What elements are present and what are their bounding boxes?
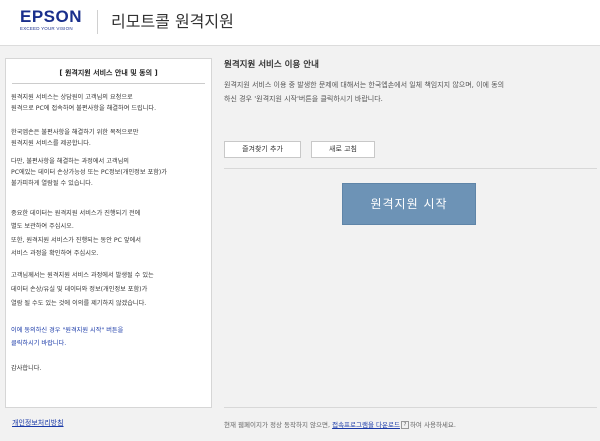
- notice-closing: 감사합니다.: [11, 365, 42, 372]
- logo-tagline: EXCEED YOUR VISION: [20, 26, 73, 31]
- content-divider: [224, 168, 597, 169]
- logo-wordmark: EPSON: [20, 7, 83, 26]
- notice-line-highlight: 클릭하시기 바랍니다.: [11, 340, 67, 347]
- service-description-line: 하신 경우 '원격지원 시작'버튼을 클릭하시기 바랍니다.: [224, 95, 383, 103]
- notice-line: 한국엡손은 불편사항을 해결하기 위한 목적으로만: [11, 129, 139, 136]
- notice-line-highlight: 이에 동의하신 경우 "원격지원 시작" 버튼을: [11, 327, 124, 334]
- footer-divider: [224, 407, 597, 408]
- notice-line: 불가피하게 열람될 수 있습니다.: [11, 180, 93, 187]
- help-icon[interactable]: ?: [400, 421, 409, 429]
- notice-line: 데이터 손상/유실 및 데이터와 정보(개인정보 포함)가: [11, 286, 148, 293]
- notice-title-divider: [12, 83, 205, 84]
- service-description-line: 원격지원 서비스 이용 중 발생한 문제에 대해서는 한국엡손에서 일체 책임지…: [224, 81, 505, 89]
- footer-prefix: 현재 웹페이지가 정상 동작하지 않으면,: [224, 421, 331, 429]
- notice-line: PC에있는 데이터 손상가능성 또는 PC정보(개인정보 포함)가: [11, 169, 167, 176]
- footer-message: 현재 웹페이지가 정상 동작하지 않으면, 접속프로그램을 다운로드? 하여 사용…: [224, 419, 456, 429]
- page-title: 리모트콜 원격지원: [111, 12, 234, 31]
- add-favorite-button[interactable]: 즐겨찾기 추가: [224, 141, 301, 158]
- notice-line: 중요한 데이터는 원격지원 서비스가 진행되기 전에: [11, 210, 141, 217]
- start-remote-support-button[interactable]: 원격지원 시작: [342, 183, 476, 225]
- header-divider: [97, 10, 98, 34]
- notice-line: 원격지원 서비스를 제공합니다.: [11, 140, 91, 147]
- privacy-policy-link[interactable]: 개인정보처리방침: [12, 418, 64, 428]
- download-program-link[interactable]: 접속프로그램을 다운로드: [332, 421, 400, 429]
- consent-notice-panel: [ 원격지원 서비스 안내 및 동의 ] 원격지원 서비스는 상담원이 고객님의…: [5, 58, 212, 408]
- header-bar: EPSON EXCEED YOUR VISION 리모트콜 원격지원: [0, 0, 600, 46]
- footer-suffix: 하여 사용하세요.: [409, 421, 456, 429]
- notice-title: [ 원격지원 서비스 안내 및 동의 ]: [59, 69, 158, 77]
- notice-line: 원격으로 PC에 접속하여 불편사항을 해결하여 드립니다.: [11, 105, 157, 112]
- notice-line: 별도 보관하여 주십시오.: [11, 223, 74, 230]
- notice-line: 원격지원 서비스는 상담원이 고객님의 요청으로: [11, 94, 133, 101]
- notice-line: 열람 될 수도 있는 것에 이의를 제기하지 않겠습니다.: [11, 300, 147, 307]
- notice-line: 고객님께서는 원격지원 서비스 과정에서 발생될 수 있는: [11, 272, 154, 279]
- refresh-button[interactable]: 새로 고침: [311, 141, 375, 158]
- notice-line: 서비스 과정을 확인하여 주십시오.: [11, 250, 99, 257]
- notice-line: 또한, 원격지원 서비스가 진행되는 동안 PC 앞에서: [11, 237, 141, 244]
- notice-line: 다만, 불편사항을 해결하는 과정에서 고객님의: [11, 158, 129, 165]
- epson-logo[interactable]: EPSON EXCEED YOUR VISION: [20, 8, 86, 32]
- section-title: 원격지원 서비스 이용 안내: [224, 60, 319, 70]
